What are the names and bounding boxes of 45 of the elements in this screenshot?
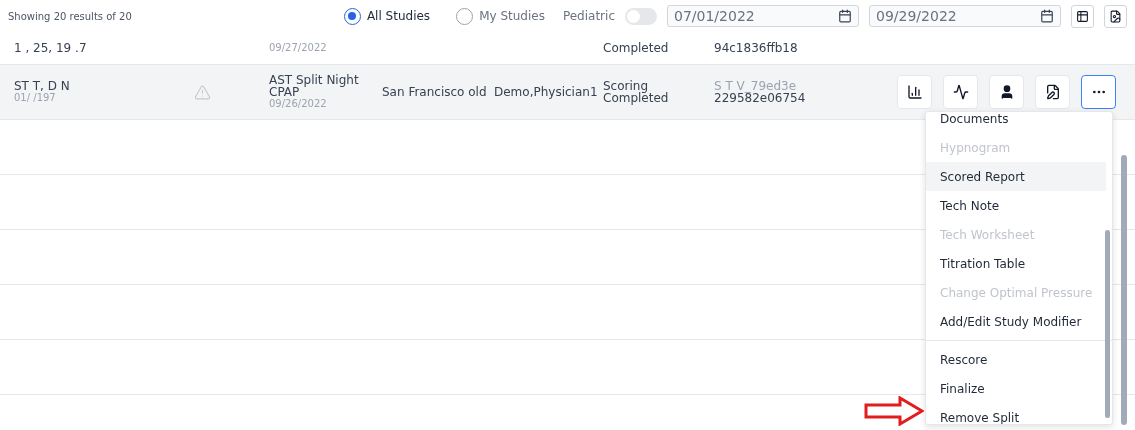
table-cell-text: 1 , 25, 19 .7 [14, 42, 88, 54]
calendar-icon [838, 9, 852, 23]
warning-icon [194, 83, 211, 101]
edit-note-button[interactable] [1035, 75, 1070, 109]
radio-option[interactable]: All Studies [335, 7, 439, 25]
table-cell-text: Scoring Completed [603, 80, 670, 104]
menu-item[interactable]: Titration Table [926, 249, 1106, 278]
table-view-button[interactable] [1071, 4, 1094, 28]
menu-scrollbar[interactable] [1105, 230, 1110, 418]
patient-button[interactable] [989, 75, 1024, 109]
table-cell-text: AST Split Night CPAP [269, 74, 360, 98]
pediatric-toggle[interactable] [625, 7, 657, 25]
date-field[interactable]: 07/01/2022 [667, 5, 859, 27]
date-field[interactable]: 09/29/2022 [869, 5, 1061, 27]
export-button[interactable] [1104, 4, 1127, 28]
waveform-button[interactable] [943, 75, 978, 109]
menu-item[interactable]: Scored Report [926, 162, 1106, 191]
menu-item[interactable]: Rescore [926, 345, 1106, 374]
results-summary: Showing 20 results of 20 [8, 10, 132, 22]
table-cell-text: 09/26/2022 [269, 98, 328, 110]
more-button[interactable] [1081, 75, 1116, 109]
arrow-icon [864, 396, 924, 426]
table-icon [1076, 9, 1089, 23]
pulse-icon [952, 84, 969, 100]
menu-item[interactable]: Finalize [926, 374, 1106, 403]
menu-item[interactable]: Tech Note [926, 191, 1106, 220]
menu-item[interactable]: Remove Split [926, 403, 1106, 424]
report-button[interactable] [897, 75, 932, 109]
scrollbar[interactable] [1121, 155, 1127, 425]
bar-chart-icon [906, 84, 923, 100]
menu-item[interactable]: Add/Edit Study Modifier [926, 307, 1106, 336]
table-cell-text: S T V_79ed3e [714, 80, 798, 92]
table-cell-text: Completed [603, 42, 670, 54]
pediatric-label: Pediatric [562, 9, 615, 23]
radio-option[interactable]: My Studies [448, 7, 553, 25]
table-cell-text: 229582e06754 [714, 92, 807, 104]
table-cell-text: San Francisco old [382, 86, 488, 98]
table-cell-text: ST T, D N [14, 80, 71, 92]
file-icon [1109, 9, 1122, 23]
table-cell-text: 09/27/2022 [269, 42, 328, 54]
table-cell-text: 01/ /197 [14, 92, 57, 104]
table-cell-text: 94c1836ffb18 [714, 42, 799, 54]
table-cell-text: Demo,Physician1 [494, 86, 599, 98]
edit-document-icon [1044, 84, 1061, 100]
calendar-icon [1040, 9, 1054, 23]
